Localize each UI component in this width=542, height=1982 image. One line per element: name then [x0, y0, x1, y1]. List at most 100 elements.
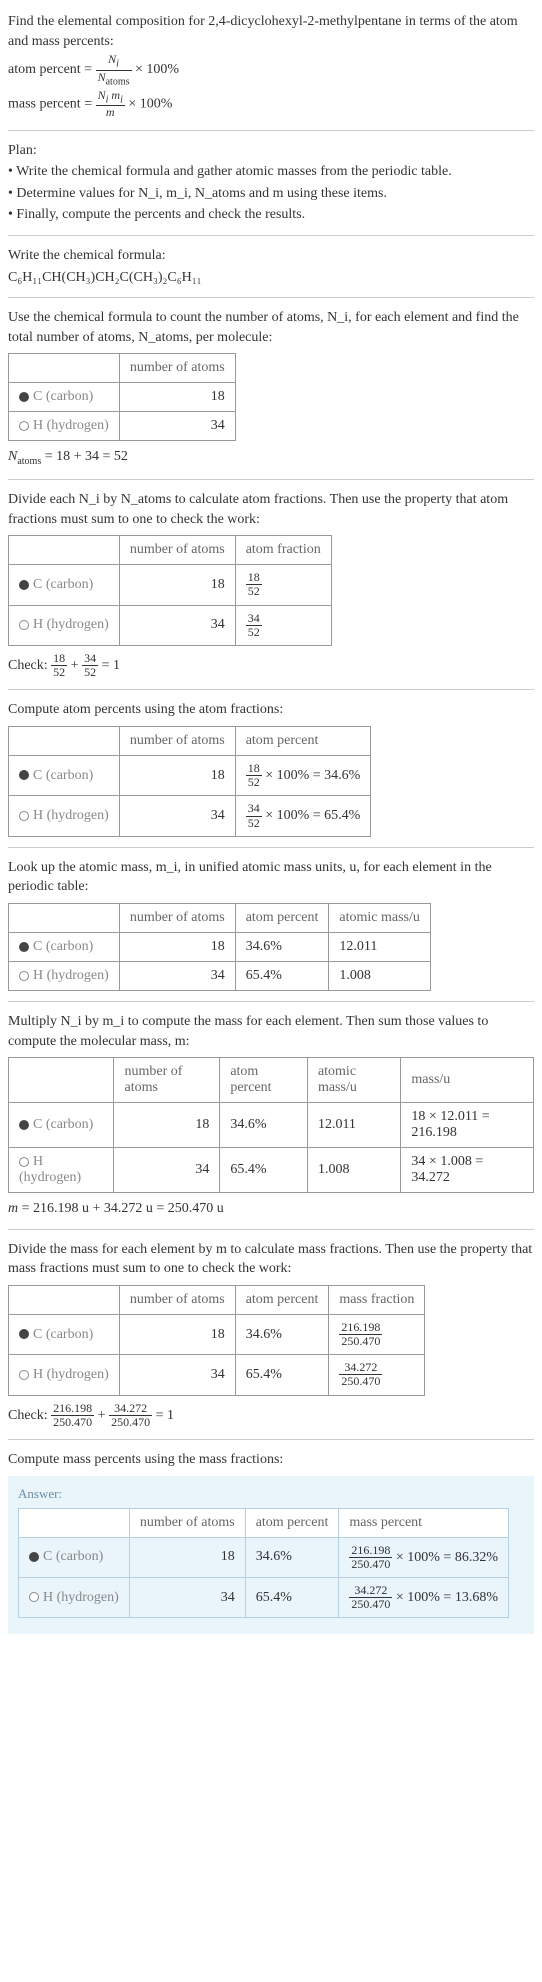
- times-100: × 100%: [135, 62, 179, 77]
- table-header-row: number of atoms atom percent mass percen…: [19, 1508, 509, 1537]
- divider: [8, 479, 534, 480]
- answer-box: Answer: number of atoms atom percent mas…: [8, 1476, 534, 1635]
- carbon-label: C (carbon): [33, 577, 93, 592]
- divider: [8, 1001, 534, 1002]
- atomfrac-table: number of atoms atom fraction C (carbon)…: [8, 535, 332, 646]
- atompct-block: Compute atom percents using the atom fra…: [8, 700, 534, 836]
- count-block: Use the chemical formula to count the nu…: [8, 308, 534, 469]
- carbon-swatch-icon: [19, 392, 29, 402]
- carbon-swatch-icon: [19, 770, 29, 780]
- massmult-table: number of atoms atom percent atomic mass…: [8, 1057, 534, 1193]
- hydrogen-percent: 3452 × 100% = 65.4%: [235, 796, 371, 836]
- table-row: C (carbon) 18: [9, 383, 236, 412]
- atomfrac-text: Divide each N_i by N_atoms to calculate …: [8, 490, 534, 529]
- chemical-formula: C₆H₁₁CH(CH₃)CH₂C(CH₃)₂C₆H₁₁: [8, 268, 534, 288]
- empty-header: [9, 354, 120, 383]
- answer-table: number of atoms atom percent mass percen…: [18, 1508, 509, 1619]
- label: mass percent =: [8, 96, 92, 111]
- table-header-row: number of atoms atom percent: [9, 727, 371, 756]
- massmult-block: Multiply N_i by m_i to compute the mass …: [8, 1012, 534, 1219]
- answer-label: Answer:: [18, 1486, 524, 1502]
- divider: [8, 130, 534, 131]
- hydrogen-swatch-icon: [19, 421, 29, 431]
- atom-percent-formula: atom percent = Ni Natoms × 100%: [8, 53, 534, 87]
- table-header-row: number of atoms atom percent atomic mass…: [9, 1058, 534, 1103]
- hydrogen-label: H (hydrogen): [33, 617, 109, 632]
- divider: [8, 1229, 534, 1230]
- molecular-mass-sum: m = 216.198 u + 34.272 u = 250.470 u: [8, 1199, 534, 1219]
- divider: [8, 1439, 534, 1440]
- divider: [8, 297, 534, 298]
- atomicmass-block: Look up the atomic mass, m_i, in unified…: [8, 858, 534, 991]
- fraction: Ni Natoms: [96, 53, 132, 87]
- table-row: H (hydrogen) 34 65.4% 1.008 34 × 1.008 =…: [9, 1148, 534, 1193]
- massfrac-table: number of atoms atom percent mass fracti…: [8, 1285, 425, 1396]
- carbon-mass-percent: 216.198250.470 × 100% = 86.32%: [339, 1537, 509, 1577]
- plan-item-2: • Determine values for N_i, m_i, N_atoms…: [8, 184, 534, 204]
- hydrogen-swatch-icon: [19, 971, 29, 981]
- massfrac-block: Divide the mass for each element by m to…: [8, 1240, 534, 1429]
- atompct-text: Compute atom percents using the atom fra…: [8, 700, 534, 720]
- atoms-header: number of atoms: [119, 536, 235, 565]
- times-100: × 100%: [128, 96, 172, 111]
- carbon-mass-fraction: 216.198250.470: [329, 1314, 425, 1354]
- hydrogen-atoms: 34: [119, 605, 235, 645]
- massfrac-text: Divide the mass for each element by m to…: [8, 1240, 534, 1279]
- table-row: H (hydrogen) 34 3452 × 100% = 65.4%: [9, 796, 371, 836]
- final-block: Compute mass percents using the mass fra…: [8, 1450, 534, 1634]
- hydrogen-mass-percent: 34.272250.470 × 100% = 13.68%: [339, 1578, 509, 1618]
- table-row: H (hydrogen) 34 3452: [9, 605, 332, 645]
- plan-item-3: • Finally, compute the percents and chec…: [8, 205, 534, 225]
- carbon-atoms: 18: [119, 383, 235, 412]
- final-text: Compute mass percents using the mass fra…: [8, 1450, 534, 1470]
- mass-percent-formula: mass percent = Ni mi m × 100%: [8, 89, 534, 120]
- table-header-row: number of atoms atom fraction: [9, 536, 332, 565]
- carbon-atoms: 18: [119, 565, 235, 605]
- atoms-header: number of atoms: [119, 727, 235, 756]
- table-row: H (hydrogen) 34 65.4% 1.008: [9, 961, 431, 990]
- table-header-row: number of atoms atom percent mass fracti…: [9, 1285, 425, 1314]
- count-text: Use the chemical formula to count the nu…: [8, 308, 534, 347]
- table-row: C (carbon) 18 1852: [9, 565, 332, 605]
- table-header-row: number of atoms atom percent atomic mass…: [9, 903, 431, 932]
- intro-text: Find the elemental composition for 2,4-d…: [8, 12, 534, 51]
- hydrogen-swatch-icon: [29, 1592, 39, 1602]
- plan-heading: Plan:: [8, 141, 534, 161]
- carbon-fraction: 1852: [235, 565, 331, 605]
- hydrogen-mass-fraction: 34.272250.470: [329, 1355, 425, 1395]
- hydrogen-swatch-icon: [19, 811, 29, 821]
- element-cell: H (hydrogen): [9, 412, 120, 441]
- table-row: H (hydrogen) 34 65.4% 34.272250.470: [9, 1355, 425, 1395]
- table-row: C (carbon) 18 34.6% 12.011: [9, 932, 431, 961]
- element-cell: C (carbon): [9, 383, 120, 412]
- carbon-label: C (carbon): [33, 389, 93, 404]
- hydrogen-swatch-icon: [19, 1157, 29, 1167]
- count-table: number of atoms C (carbon) 18 H (hydroge…: [8, 353, 236, 441]
- table-row: H (hydrogen) 34: [9, 412, 236, 441]
- carbon-swatch-icon: [19, 1329, 29, 1339]
- hydrogen-swatch-icon: [19, 620, 29, 630]
- hydrogen-swatch-icon: [19, 1370, 29, 1380]
- atomicmass-text: Look up the atomic mass, m_i, in unified…: [8, 858, 534, 897]
- fraction: Ni mi m: [96, 89, 125, 120]
- fraction-header: atom fraction: [235, 536, 331, 565]
- plan-item-1: • Write the chemical formula and gather …: [8, 162, 534, 182]
- massfrac-check: Check: 216.198250.470 + 34.272250.470 = …: [8, 1402, 534, 1429]
- table-row: C (carbon) 18 34.6% 12.011 18 × 12.011 =…: [9, 1103, 534, 1148]
- hydrogen-label: H (hydrogen): [33, 418, 109, 433]
- carbon-swatch-icon: [19, 1120, 29, 1130]
- plan-block: Plan: • Write the chemical formula and g…: [8, 141, 534, 225]
- atompct-table: number of atoms atom percent C (carbon) …: [8, 726, 371, 837]
- table-row: C (carbon) 18 34.6% 216.198250.470: [9, 1314, 425, 1354]
- divider: [8, 689, 534, 690]
- formula-heading: Write the chemical formula:: [8, 246, 534, 266]
- carbon-swatch-icon: [29, 1552, 39, 1562]
- divider: [8, 847, 534, 848]
- atomfrac-check: Check: 1852 + 3452 = 1: [8, 652, 534, 679]
- carbon-swatch-icon: [19, 580, 29, 590]
- table-row: H (hydrogen) 34 65.4% 34.272250.470 × 10…: [19, 1578, 509, 1618]
- atomicmass-table: number of atoms atom percent atomic mass…: [8, 903, 431, 991]
- natoms-sum: Natoms N_atoms = 18 + 34 = 52= 18 + 34 =…: [8, 447, 534, 469]
- table-row: C (carbon) 18 34.6% 216.198250.470 × 100…: [19, 1537, 509, 1577]
- divider: [8, 235, 534, 236]
